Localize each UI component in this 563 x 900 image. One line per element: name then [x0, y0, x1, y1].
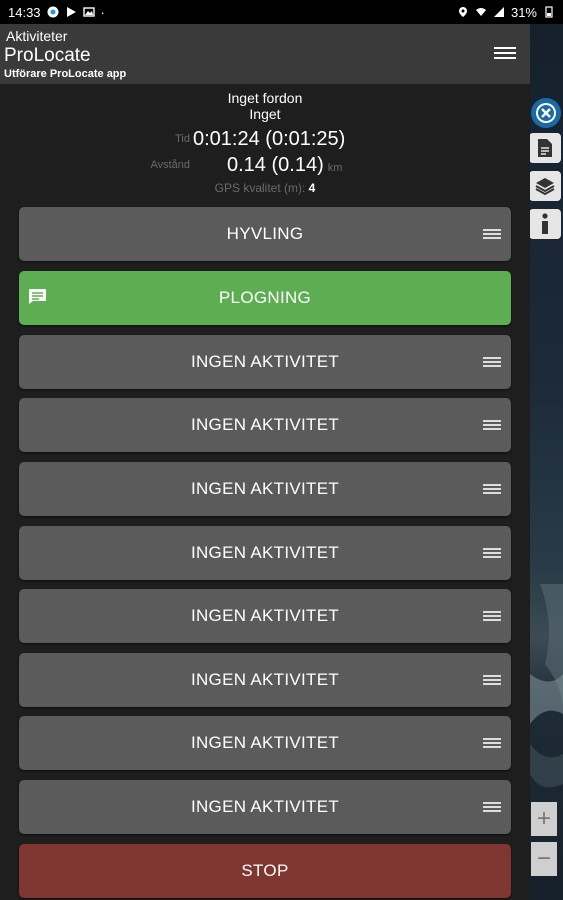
- app-bar: Aktiviteter ProLocate Utförare ProLocate…: [0, 24, 530, 84]
- activity-label: INGEN AKTIVITET: [190, 733, 340, 752]
- activities-panel: Aktiviteter ProLocate Utförare ProLocate…: [0, 24, 530, 900]
- activity-button-1[interactable]: HYVLING: [19, 207, 511, 261]
- activity-button-6[interactable]: INGEN AKTIVITET: [19, 526, 511, 580]
- battery-percent: 31%: [510, 4, 537, 20]
- activity-button-5[interactable]: INGEN AKTIVITET: [19, 462, 511, 516]
- list-icon[interactable]: [483, 738, 501, 749]
- activity-label: INGEN AKTIVITET: [190, 670, 340, 689]
- app-title: ProLocate: [4, 45, 91, 66]
- battery-icon: [545, 6, 553, 18]
- gps-quality: GPS kvalitet (m): 4: [0, 180, 530, 196]
- distance-stat: Avstånd 0.14 (0.14) km: [0, 152, 530, 178]
- wifi-icon: [475, 8, 486, 16]
- list-icon[interactable]: [483, 420, 501, 431]
- comment-icon[interactable]: [28, 288, 47, 305]
- activity-button-2[interactable]: PLOGNING: [19, 271, 511, 325]
- list-icon[interactable]: [483, 548, 501, 559]
- gps-value: 4: [308, 181, 316, 195]
- activity-button-4[interactable]: INGEN AKTIVITET: [19, 398, 511, 452]
- more-dot-icon: ·: [100, 4, 105, 20]
- activity-button-3[interactable]: INGEN AKTIVITET: [19, 335, 511, 389]
- notification-icon: [47, 6, 59, 18]
- close-circle-icon: [531, 98, 561, 128]
- gallery-icon: [82, 7, 95, 17]
- list-icon[interactable]: [483, 357, 501, 368]
- signal-icon: [493, 7, 504, 17]
- location-icon: [458, 7, 467, 17]
- distance-label: Avstånd: [150, 159, 190, 171]
- layers-button[interactable]: [529, 171, 561, 201]
- distance-value: 0.14 (0.14): [227, 154, 324, 176]
- info-button[interactable]: [529, 209, 561, 239]
- list-icon[interactable]: [483, 229, 501, 240]
- document-icon: [538, 139, 552, 157]
- activity-button-7[interactable]: INGEN AKTIVITET: [19, 589, 511, 643]
- distance-unit: km: [327, 162, 343, 174]
- play-store-icon: [66, 7, 76, 17]
- activity-label: INGEN AKTIVITET: [190, 543, 340, 562]
- vehicle-sub: Inget: [249, 106, 281, 122]
- activity-label: INGEN AKTIVITET: [190, 606, 340, 625]
- distance-value-wrap: 0.14 (0.14) km: [227, 152, 342, 181]
- status-bar: 14:33 · 31%: [0, 0, 563, 24]
- list-icon[interactable]: [483, 484, 501, 495]
- stop-button[interactable]: STOP: [19, 844, 511, 898]
- document-button[interactable]: [529, 133, 561, 163]
- list-icon[interactable]: [483, 611, 501, 622]
- vehicle-name: Inget fordon: [227, 90, 303, 106]
- zoom-in-button[interactable]: +: [531, 802, 557, 836]
- section-title: Aktiviteter: [6, 28, 68, 44]
- time-label: Tid: [175, 133, 190, 145]
- activity-label: INGEN AKTIVITET: [190, 415, 340, 434]
- time-value: 0:01:24 (0:01:25): [193, 128, 346, 150]
- status-time: 14:33: [8, 4, 41, 20]
- app-subtitle: Utförare ProLocate app: [4, 68, 127, 80]
- time-stat: Tid 0:01:24 (0:01:25): [0, 126, 530, 152]
- list-icon[interactable]: [483, 675, 501, 686]
- activity-button-10[interactable]: INGEN AKTIVITET: [19, 780, 511, 834]
- activity-label: HYVLING: [226, 224, 304, 243]
- activity-label: INGEN AKTIVITET: [190, 352, 340, 371]
- activity-button-9[interactable]: INGEN AKTIVITET: [19, 716, 511, 770]
- close-map-button[interactable]: [529, 96, 563, 130]
- list-icon[interactable]: [483, 802, 501, 813]
- activity-label: PLOGNING: [218, 288, 312, 307]
- info-icon: [542, 213, 548, 234]
- stop-label: STOP: [241, 861, 289, 880]
- gps-label: GPS kvalitet (m):: [214, 181, 306, 195]
- activity-button-8[interactable]: INGEN AKTIVITET: [19, 653, 511, 707]
- activity-label: INGEN AKTIVITET: [190, 797, 340, 816]
- zoom-out-button[interactable]: −: [531, 842, 557, 876]
- layers-icon: [535, 178, 555, 196]
- hamburger-menu-icon[interactable]: [494, 44, 516, 62]
- trip-info: Inget fordon Inget Tid 0:01:24 (0:01:25)…: [0, 90, 530, 196]
- activity-label: INGEN AKTIVITET: [190, 479, 340, 498]
